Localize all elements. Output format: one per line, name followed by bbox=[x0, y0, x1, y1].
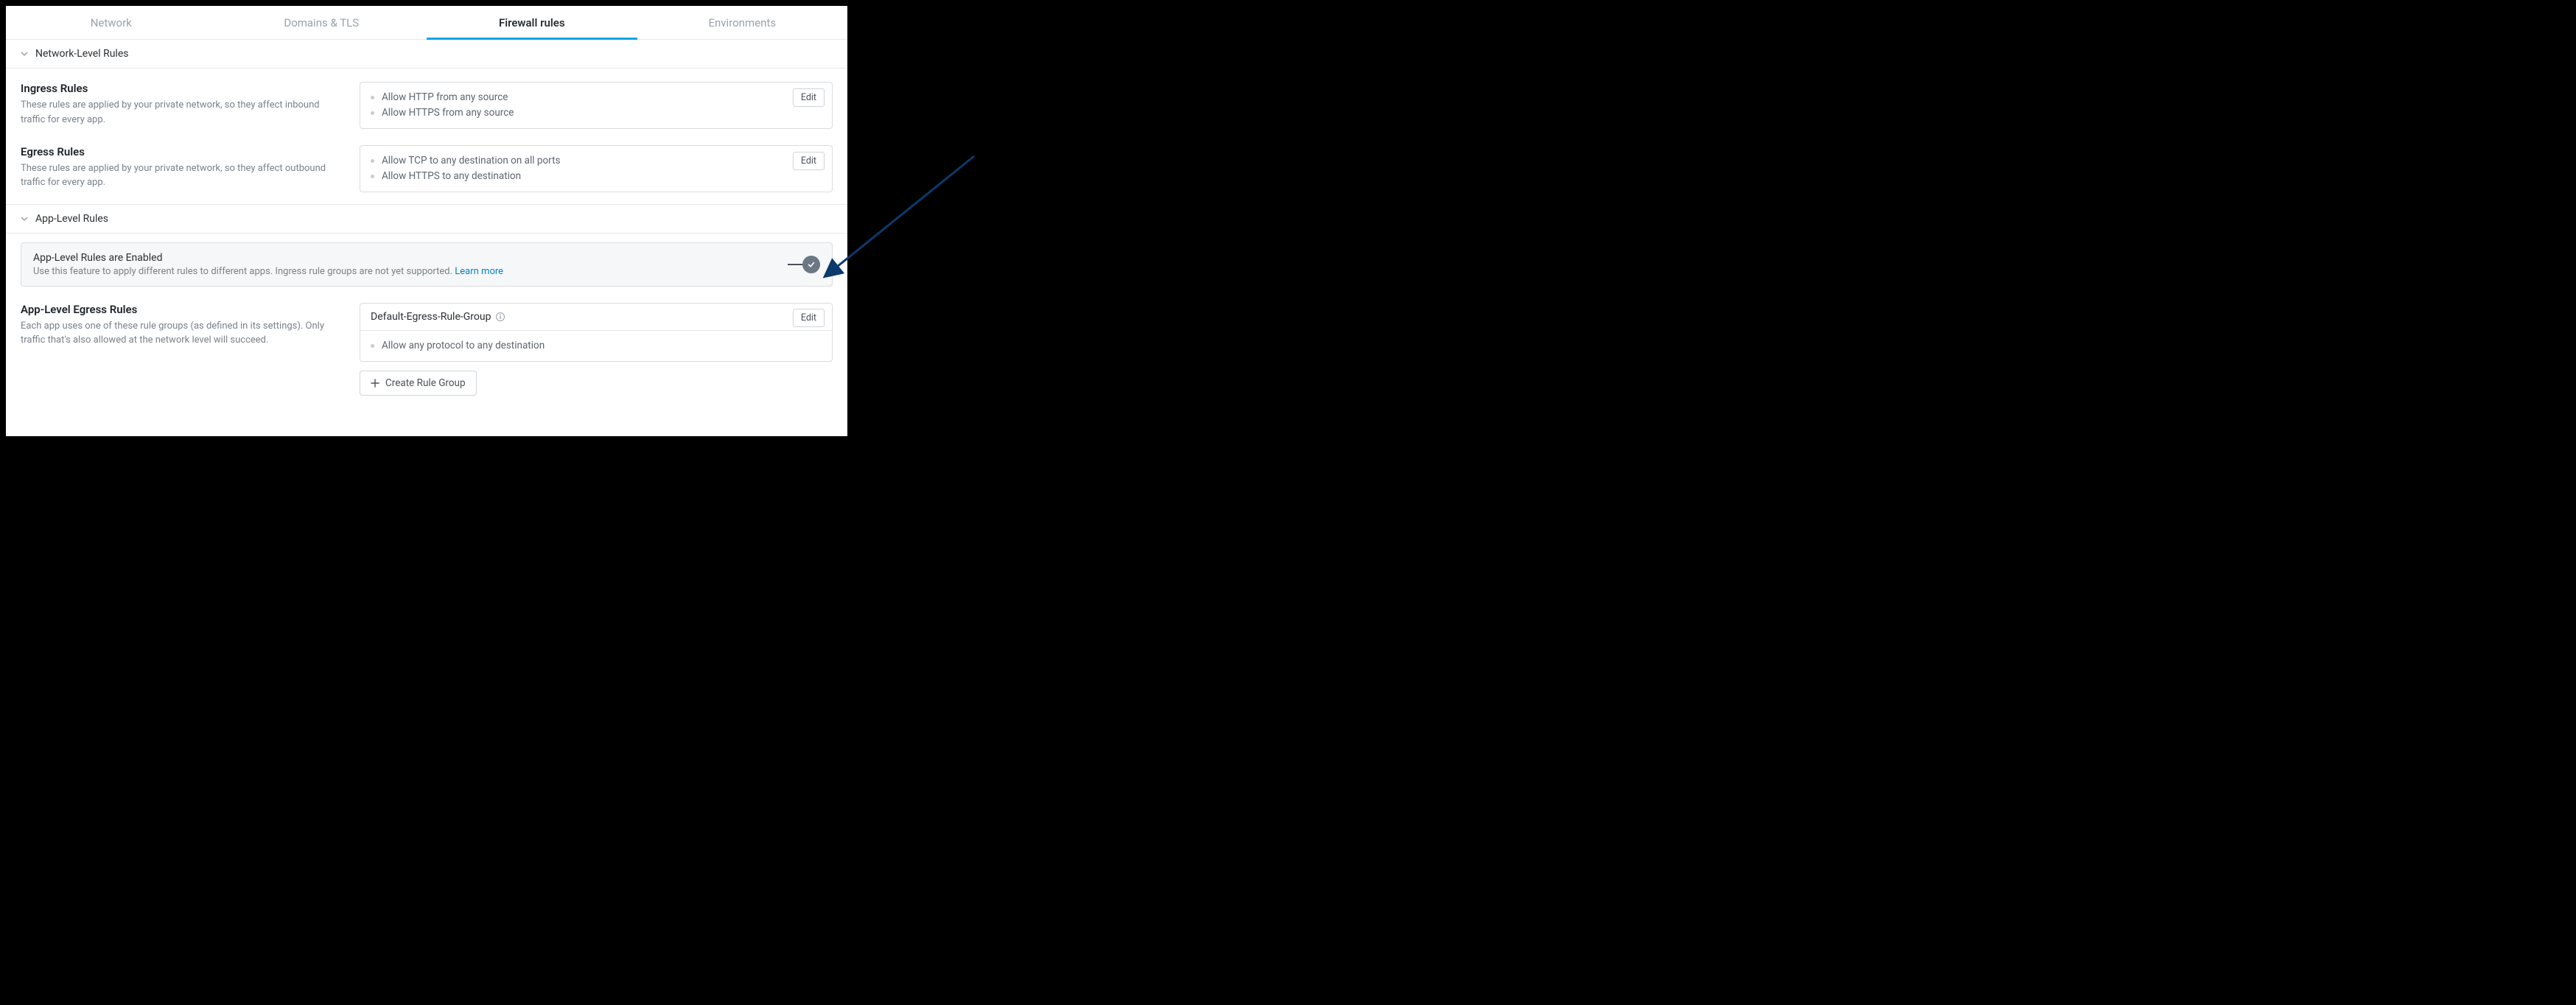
edit-ingress-button[interactable]: Edit bbox=[793, 88, 825, 107]
app-egress-row: App-Level Egress Rules Each app uses one… bbox=[21, 303, 833, 396]
rule-item: Allow HTTPS from any source bbox=[371, 105, 822, 121]
check-icon bbox=[807, 260, 816, 269]
tab-label: Domains & TLS bbox=[284, 16, 359, 29]
edit-egress-button[interactable]: Edit bbox=[793, 152, 825, 170]
chevron-down-icon bbox=[21, 215, 28, 223]
notice-sub-text: Use this feature to apply different rule… bbox=[33, 266, 455, 277]
bullet-icon bbox=[371, 96, 374, 99]
ingress-desc: These rules are applied by your private … bbox=[21, 98, 342, 127]
egress-info: Egress Rules These rules are applied by … bbox=[21, 145, 360, 190]
create-rule-group-button[interactable]: Create Rule Group bbox=[360, 371, 477, 396]
section-title: Network-Level Rules bbox=[35, 48, 128, 60]
rule-group-header: Default-Egress-Rule-Group Edit bbox=[360, 304, 832, 331]
rule-item: Allow HTTPS to any destination bbox=[371, 169, 822, 184]
bullet-icon bbox=[371, 344, 374, 348]
bullet-icon bbox=[371, 111, 374, 115]
notice-text: App-Level Rules are Enabled Use this fea… bbox=[33, 252, 503, 277]
ingress-title: Ingress Rules bbox=[21, 82, 342, 95]
rule-group-name: Default-Egress-Rule-Group bbox=[371, 311, 491, 323]
notice-title: App-Level Rules are Enabled bbox=[33, 252, 503, 264]
app-egress-info: App-Level Egress Rules Each app uses one… bbox=[21, 303, 360, 348]
tab-label: Firewall rules bbox=[499, 16, 565, 29]
egress-rules-card: Edit Allow TCP to any destination on all… bbox=[360, 145, 833, 192]
tab-environments[interactable]: Environments bbox=[637, 6, 848, 39]
app-egress-desc: Each app uses one of these rule groups (… bbox=[21, 319, 342, 348]
toggle-knob-on bbox=[802, 256, 820, 273]
rule-item: Allow HTTP from any source bbox=[371, 90, 822, 105]
settings-panel: Network Domains & TLS Firewall rules Env… bbox=[6, 6, 847, 436]
app-egress-title: App-Level Egress Rules bbox=[21, 303, 342, 316]
tab-label: Environments bbox=[708, 16, 776, 29]
egress-title: Egress Rules bbox=[21, 145, 342, 158]
ingress-rules-card: Edit Allow HTTP from any source Allow HT… bbox=[360, 82, 833, 129]
egress-rules-row: Egress Rules These rules are applied by … bbox=[21, 145, 833, 192]
notice-subtext: Use this feature to apply different rule… bbox=[33, 266, 503, 277]
bullet-icon bbox=[371, 175, 374, 178]
plus-icon bbox=[371, 379, 379, 388]
egress-desc: These rules are applied by your private … bbox=[21, 161, 342, 190]
tab-network[interactable]: Network bbox=[6, 6, 217, 39]
app-level-rules-toggle[interactable] bbox=[788, 256, 820, 273]
rule-text: Allow TCP to any destination on all port… bbox=[382, 153, 560, 169]
ingress-info: Ingress Rules These rules are applied by… bbox=[21, 82, 360, 127]
tab-domains-tls[interactable]: Domains & TLS bbox=[217, 6, 427, 39]
section-header-network-rules[interactable]: Network-Level Rules bbox=[6, 40, 847, 69]
chevron-down-icon bbox=[21, 50, 28, 57]
create-button-label: Create Rule Group bbox=[385, 377, 466, 389]
section-title: App-Level Rules bbox=[35, 213, 108, 225]
learn-more-link[interactable]: Learn more bbox=[455, 266, 503, 277]
rule-item: Allow any protocol to any destination bbox=[371, 338, 822, 354]
tab-firewall-rules[interactable]: Firewall rules bbox=[427, 6, 637, 39]
info-icon[interactable] bbox=[495, 312, 505, 322]
rule-group-card: Default-Egress-Rule-Group Edit Allow any… bbox=[360, 303, 833, 362]
tab-label: Network bbox=[91, 16, 132, 29]
app-section-body: App-Level Egress Rules Each app uses one… bbox=[6, 300, 847, 405]
bullet-icon bbox=[371, 159, 374, 163]
rule-item: Allow TCP to any destination on all port… bbox=[371, 153, 822, 169]
network-section-body: Ingress Rules These rules are applied by… bbox=[6, 69, 847, 204]
rule-text: Allow any protocol to any destination bbox=[382, 338, 545, 354]
section-header-app-rules[interactable]: App-Level Rules bbox=[6, 204, 847, 234]
rule-text: Allow HTTPS from any source bbox=[382, 105, 514, 121]
rule-text: Allow HTTP from any source bbox=[382, 90, 508, 105]
tab-bar: Network Domains & TLS Firewall rules Env… bbox=[6, 6, 847, 40]
app-level-notice: App-Level Rules are Enabled Use this fea… bbox=[21, 242, 833, 287]
rule-text: Allow HTTPS to any destination bbox=[382, 169, 521, 184]
edit-rule-group-button[interactable]: Edit bbox=[793, 309, 825, 327]
ingress-rules-row: Ingress Rules These rules are applied by… bbox=[21, 82, 833, 129]
